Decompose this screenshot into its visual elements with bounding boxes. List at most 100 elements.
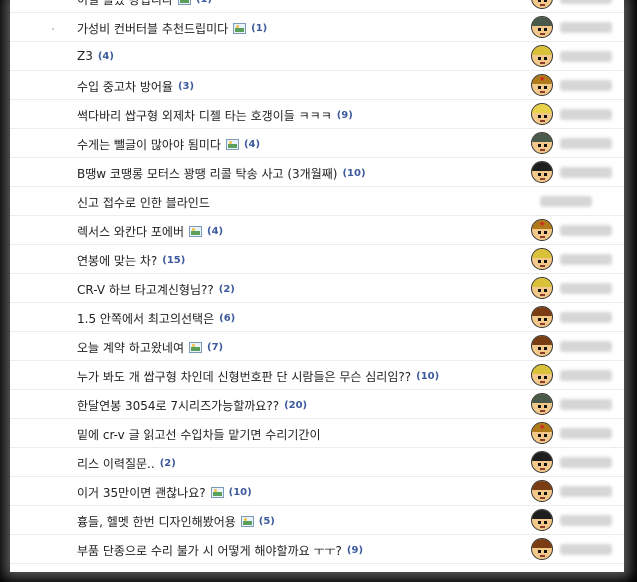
- post-title-group[interactable]: Z3 (4): [77, 49, 114, 63]
- author-avatar-icon[interactable]: [531, 393, 553, 415]
- author-avatar-icon[interactable]: [531, 16, 553, 38]
- comment-count[interactable]: (4): [98, 51, 114, 62]
- post-title-link[interactable]: 이걸 몰랐 왕입니다: [77, 0, 173, 8]
- post-title-group[interactable]: 흉들, 헬멧 한번 디자인해봤어용 (5): [77, 513, 275, 530]
- post-title-link[interactable]: 신고 접수로 인한 블라인드: [77, 194, 210, 211]
- author-nickname-blurred[interactable]: [560, 225, 612, 236]
- post-title-link[interactable]: CR-V 하브 타고계신형님??: [77, 281, 214, 298]
- post-title-group[interactable]: 렉서스 와칸다 포에버 (4): [77, 223, 223, 240]
- comment-count[interactable]: (9): [347, 545, 363, 556]
- comment-count[interactable]: (6): [219, 313, 235, 324]
- post-row: 이걸 몰랐 왕입니다 (1): [10, 0, 624, 13]
- post-title-group[interactable]: 1.5 안쪽에서 최고의선택은 (6): [77, 310, 235, 327]
- comment-count[interactable]: (4): [207, 226, 223, 237]
- post-title-group[interactable]: 누가 봐도 개 쌉구형 차인데 신형번호판 단 시람들은 무슨 심리임?? (10…: [77, 368, 439, 385]
- author-nickname-blurred[interactable]: [560, 167, 612, 178]
- comment-count[interactable]: (7): [207, 342, 223, 353]
- author-nickname-blurred[interactable]: [560, 80, 612, 91]
- author-nickname-blurred[interactable]: [560, 341, 612, 352]
- author-nickname-blurred[interactable]: [560, 486, 612, 497]
- author-nickname-blurred[interactable]: [560, 544, 612, 555]
- post-title-link[interactable]: 수입 중고차 방어율: [77, 78, 173, 95]
- avatar-eye: [538, 231, 541, 234]
- author-avatar-icon[interactable]: [531, 45, 553, 67]
- post-title-group[interactable]: 한달연봉 3054로 7시리즈가능할까요?? (20): [77, 397, 307, 414]
- post-title-link[interactable]: 이거 35만이면 괜찮나요?: [77, 484, 206, 501]
- comment-count[interactable]: (2): [219, 284, 235, 295]
- post-title-link[interactable]: 밑에 cr-v 글 읽고선 수입차들 맡기면 수리기간이: [77, 426, 320, 443]
- post-title-group[interactable]: 오늘 계약 하고왔네여 (7): [77, 339, 223, 356]
- comment-count[interactable]: (10): [342, 168, 365, 179]
- post-title-link[interactable]: 1.5 안쪽에서 최고의선택은: [77, 310, 214, 327]
- author-nickname-blurred[interactable]: [560, 22, 612, 33]
- post-title-group[interactable]: 리스 이력질문.. (2): [77, 455, 176, 472]
- post-title-group[interactable]: 이거 35만이면 괜찮나요? (10): [77, 484, 252, 501]
- author-avatar-icon[interactable]: [531, 248, 553, 270]
- post-title-group[interactable]: 밑에 cr-v 글 읽고선 수입차들 맡기면 수리기간이: [77, 426, 320, 443]
- author-avatar-icon[interactable]: ★: [531, 219, 553, 241]
- post-title-link[interactable]: B땡w 코땡롱 모터스 꽝땡 리콜 탁송 사고 (3개월째): [77, 165, 337, 182]
- post-title-link[interactable]: 렉서스 와칸다 포에버: [77, 223, 184, 240]
- author-nickname-blurred[interactable]: [560, 0, 612, 4]
- avatar-eye: [544, 492, 547, 495]
- author-nickname-blurred[interactable]: [560, 283, 612, 294]
- author-avatar-icon[interactable]: ★: [531, 422, 553, 444]
- author-nickname-blurred[interactable]: [540, 196, 592, 207]
- post-title-group[interactable]: 신고 접수로 인한 블라인드: [77, 194, 210, 211]
- post-title-link[interactable]: 리스 이력질문..: [77, 455, 155, 472]
- author-avatar-icon[interactable]: [531, 161, 553, 183]
- post-title-link[interactable]: 부품 단종으로 수리 불가 시 어떻게 해야할까요 ㅜㅜ?: [77, 542, 342, 559]
- author-nickname-blurred[interactable]: [560, 515, 612, 526]
- post-title-group[interactable]: CR-V 하브 타고계신형님?? (2): [77, 281, 235, 298]
- author-avatar-icon[interactable]: ★: [531, 74, 553, 96]
- post-title-link[interactable]: 오늘 계약 하고왔네여: [77, 339, 184, 356]
- author-nickname-blurred[interactable]: [560, 399, 612, 410]
- post-title-group[interactable]: 썩다바리 쌉구형 외제차 디젤 타는 호갱이들 ㅋㅋㅋ (9): [77, 107, 353, 124]
- comment-count[interactable]: (10): [229, 487, 252, 498]
- post-title-link[interactable]: 연봉에 맞는 차?: [77, 252, 157, 269]
- post-title-group[interactable]: B땡w 코땡롱 모터스 꽝땡 리콜 탁송 사고 (3개월째) (10): [77, 165, 366, 182]
- author-avatar-icon[interactable]: [531, 335, 553, 357]
- post-title-group[interactable]: 연봉에 맞는 차? (15): [77, 252, 185, 269]
- author-avatar-icon[interactable]: [531, 509, 553, 531]
- post-title-link[interactable]: 흉들, 헬멧 한번 디자인해봤어용: [77, 513, 236, 530]
- comment-count[interactable]: (1): [251, 23, 267, 34]
- author-avatar-icon[interactable]: [531, 0, 553, 9]
- comment-count[interactable]: (3): [178, 81, 194, 92]
- comment-count[interactable]: (1): [196, 0, 212, 5]
- post-title-link[interactable]: 가성비 컨버터블 추천드립미다: [77, 20, 228, 37]
- comment-count[interactable]: (4): [244, 139, 260, 150]
- post-title-link[interactable]: 누가 봐도 개 쌉구형 차인데 신형번호판 단 시람들은 무슨 심리임??: [77, 368, 411, 385]
- post-title-link[interactable]: 수게는 뺄글이 많아야 됨미다: [77, 136, 221, 153]
- author-avatar-icon[interactable]: [531, 103, 553, 125]
- author-avatar-icon[interactable]: [531, 306, 553, 328]
- post-title-group[interactable]: 가성비 컨버터블 추천드립미다 (1): [77, 20, 267, 37]
- comment-count[interactable]: (5): [259, 516, 275, 527]
- author-avatar-icon[interactable]: [531, 451, 553, 473]
- author-nickname-blurred[interactable]: [560, 457, 612, 468]
- comment-count[interactable]: (20): [284, 400, 307, 411]
- author-avatar-icon[interactable]: [531, 480, 553, 502]
- post-title-group[interactable]: 수게는 뺄글이 많아야 됨미다 (4): [77, 136, 260, 153]
- author-avatar-icon[interactable]: [531, 132, 553, 154]
- author-avatar-icon[interactable]: [531, 538, 553, 560]
- author-nickname-blurred[interactable]: [560, 428, 612, 439]
- author-nickname-blurred[interactable]: [560, 370, 612, 381]
- author-nickname-blurred[interactable]: [560, 109, 612, 120]
- author-nickname-blurred[interactable]: [560, 312, 612, 323]
- post-title-group[interactable]: 이걸 몰랐 왕입니다 (1): [77, 0, 212, 8]
- comment-count[interactable]: (10): [416, 371, 439, 382]
- author-nickname-blurred[interactable]: [560, 51, 612, 62]
- post-title-link[interactable]: 한달연봉 3054로 7시리즈가능할까요??: [77, 397, 279, 414]
- post-title-link[interactable]: 썩다바리 쌉구형 외제차 디젤 타는 호갱이들 ㅋㅋㅋ: [77, 107, 332, 124]
- comment-count[interactable]: (9): [337, 110, 353, 121]
- author-nickname-blurred[interactable]: [560, 254, 612, 265]
- post-title-link[interactable]: Z3: [77, 49, 93, 63]
- post-title-group[interactable]: 부품 단종으로 수리 불가 시 어떻게 해야할까요 ㅜㅜ? (9): [77, 542, 363, 559]
- post-title-group[interactable]: 수입 중고차 방어율 (3): [77, 78, 194, 95]
- author-nickname-blurred[interactable]: [560, 138, 612, 149]
- comment-count[interactable]: (15): [162, 255, 185, 266]
- author-avatar-icon[interactable]: [531, 364, 553, 386]
- author-avatar-icon[interactable]: [531, 277, 553, 299]
- comment-count[interactable]: (2): [160, 458, 176, 469]
